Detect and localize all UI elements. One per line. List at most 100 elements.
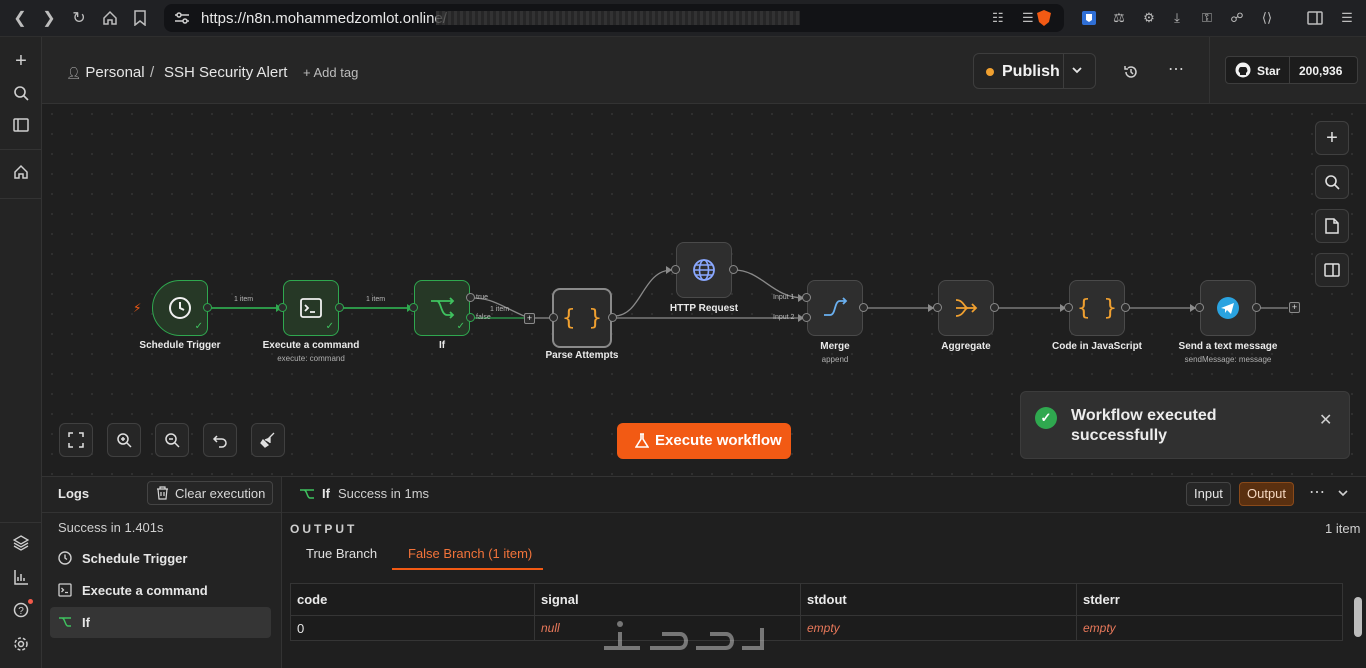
node-aggregate[interactable]	[938, 280, 994, 336]
output-handle[interactable]	[608, 313, 617, 322]
log-item-if[interactable]: If	[50, 607, 271, 638]
insights-icon[interactable]	[11, 567, 31, 587]
output-handle[interactable]	[1252, 303, 1261, 312]
output-handle[interactable]	[859, 303, 868, 312]
column-header[interactable]: code	[290, 583, 535, 616]
output-handle[interactable]	[335, 303, 344, 312]
node-code-javascript[interactable]: { }	[1069, 280, 1125, 336]
input-handle[interactable]	[671, 265, 680, 274]
address-bar[interactable]: https://n8n.mohammedzomlot.online/ ☷ ☰	[164, 4, 1064, 32]
add-node-plus-icon[interactable]: +	[524, 313, 535, 324]
home-icon[interactable]	[11, 162, 31, 182]
add-node-button[interactable]: +	[1315, 121, 1349, 155]
zoom-out-button[interactable]	[155, 423, 189, 457]
reload-icon[interactable]: ↻	[69, 8, 89, 28]
execute-workflow-button[interactable]: Execute workflow	[617, 423, 791, 459]
active-tab-underline	[392, 568, 543, 570]
tab-false-branch[interactable]: False Branch (1 item)	[408, 546, 532, 561]
output-handle-true[interactable]	[466, 293, 475, 302]
undo-button[interactable]	[203, 423, 237, 457]
output-toggle-button[interactable]: Output	[1239, 482, 1295, 506]
workflow-name[interactable]: SSH Security Alert	[164, 64, 287, 81]
tab-true-branch[interactable]: True Branch	[306, 546, 377, 561]
output-scrollbar[interactable]	[1354, 597, 1362, 637]
extensions-icon[interactable]: ⚙	[1140, 9, 1158, 27]
chevron-down-icon[interactable]	[1337, 486, 1349, 504]
input-handle-1[interactable]	[802, 293, 811, 302]
templates-icon[interactable]	[11, 533, 31, 553]
input-handle[interactable]	[278, 303, 287, 312]
log-item-execute-command[interactable]: Execute a command	[50, 575, 271, 606]
output-handle-false[interactable]	[466, 313, 475, 322]
table-header-row: code signal stdout stderr	[290, 583, 1343, 616]
reader-icon[interactable]: ⚖	[1110, 9, 1128, 27]
bookmark-icon[interactable]	[130, 8, 150, 28]
zoom-in-button[interactable]	[107, 423, 141, 457]
column-header[interactable]: signal	[534, 583, 801, 616]
download-icon[interactable]: ⤓	[1168, 9, 1186, 27]
merge-icon	[824, 297, 848, 316]
input-handle[interactable]	[933, 303, 942, 312]
node-parse-attempts[interactable]: { }	[552, 288, 612, 348]
menu-icon[interactable]: ☰	[1338, 9, 1356, 27]
link-icon[interactable]: ☍	[1228, 9, 1246, 27]
site-settings-icon[interactable]	[174, 11, 190, 30]
key-icon[interactable]: ⚿	[1198, 9, 1216, 27]
search-nodes-button[interactable]	[1315, 165, 1349, 199]
settings-gear-icon[interactable]	[11, 634, 31, 654]
history-icon[interactable]	[1121, 62, 1141, 82]
node-telegram[interactable]	[1200, 280, 1256, 336]
node-http-request[interactable]	[676, 242, 732, 298]
bitwarden-icon[interactable]	[1080, 9, 1098, 27]
node-merge[interactable]	[807, 280, 863, 336]
input-handle[interactable]	[549, 313, 558, 322]
add-icon[interactable]: +	[11, 50, 31, 72]
flask-icon	[634, 433, 650, 454]
add-node-plus-icon[interactable]: +	[1289, 302, 1300, 313]
workflow-header: 👤︎ Personal / SSH Security Alert + Add t…	[42, 37, 1366, 104]
input-handle[interactable]	[409, 303, 418, 312]
input-handle-2[interactable]	[802, 313, 811, 322]
project-crumb[interactable]: 👤︎ Personal	[66, 64, 145, 81]
sidebar-toggle-icon[interactable]	[1306, 9, 1324, 27]
column-header[interactable]: stdout	[800, 583, 1077, 616]
output-handle[interactable]	[1121, 303, 1130, 312]
close-icon[interactable]: ✕	[1319, 410, 1332, 430]
rail-divider	[0, 149, 42, 150]
clear-execution-button[interactable]: Clear execution	[147, 481, 273, 505]
share-icon[interactable]: ☰	[1022, 10, 1034, 26]
code-icon[interactable]: ⟨⟩	[1258, 9, 1276, 27]
broom-icon	[260, 432, 275, 448]
forward-icon[interactable]: ❯	[39, 8, 59, 28]
node-schedule-trigger[interactable]: ✓	[152, 280, 208, 336]
output-handle[interactable]	[203, 303, 212, 312]
execute-workflow-label: Execute workflow	[655, 432, 782, 449]
log-item-schedule-trigger[interactable]: Schedule Trigger	[50, 543, 271, 574]
input-handle[interactable]	[1195, 303, 1204, 312]
tidy-up-button[interactable]	[251, 423, 285, 457]
output-handle[interactable]	[729, 265, 738, 274]
toggle-panel-button[interactable]	[1315, 253, 1349, 287]
more-options-icon[interactable]: ⋯	[1309, 482, 1325, 502]
node-if[interactable]: ✓	[414, 280, 470, 336]
input-handle[interactable]	[1064, 303, 1073, 312]
node-execute-command[interactable]: ✓	[283, 280, 339, 336]
column-header[interactable]: stderr	[1076, 583, 1343, 616]
translate-icon[interactable]: ☷	[992, 10, 1004, 26]
github-star-button[interactable]: Star 200,936	[1225, 56, 1358, 84]
unpublished-dot	[986, 68, 994, 76]
publish-button[interactable]: Publish	[973, 53, 1096, 89]
home-icon[interactable]	[100, 8, 120, 28]
panel-icon[interactable]	[11, 115, 31, 135]
chevron-down-icon[interactable]	[1070, 63, 1090, 79]
sticky-note-button[interactable]	[1315, 209, 1349, 243]
more-options-icon[interactable]: ⋯	[1166, 59, 1186, 79]
fit-view-button[interactable]	[59, 423, 93, 457]
search-icon[interactable]	[11, 83, 31, 103]
brave-shield-icon[interactable]	[1035, 9, 1053, 27]
input-toggle-button[interactable]: Input	[1186, 482, 1231, 506]
output-handle[interactable]	[990, 303, 999, 312]
back-icon[interactable]: ❮	[10, 8, 30, 28]
node-label: Merge	[820, 341, 850, 352]
add-tag-link[interactable]: + Add tag	[303, 65, 358, 80]
